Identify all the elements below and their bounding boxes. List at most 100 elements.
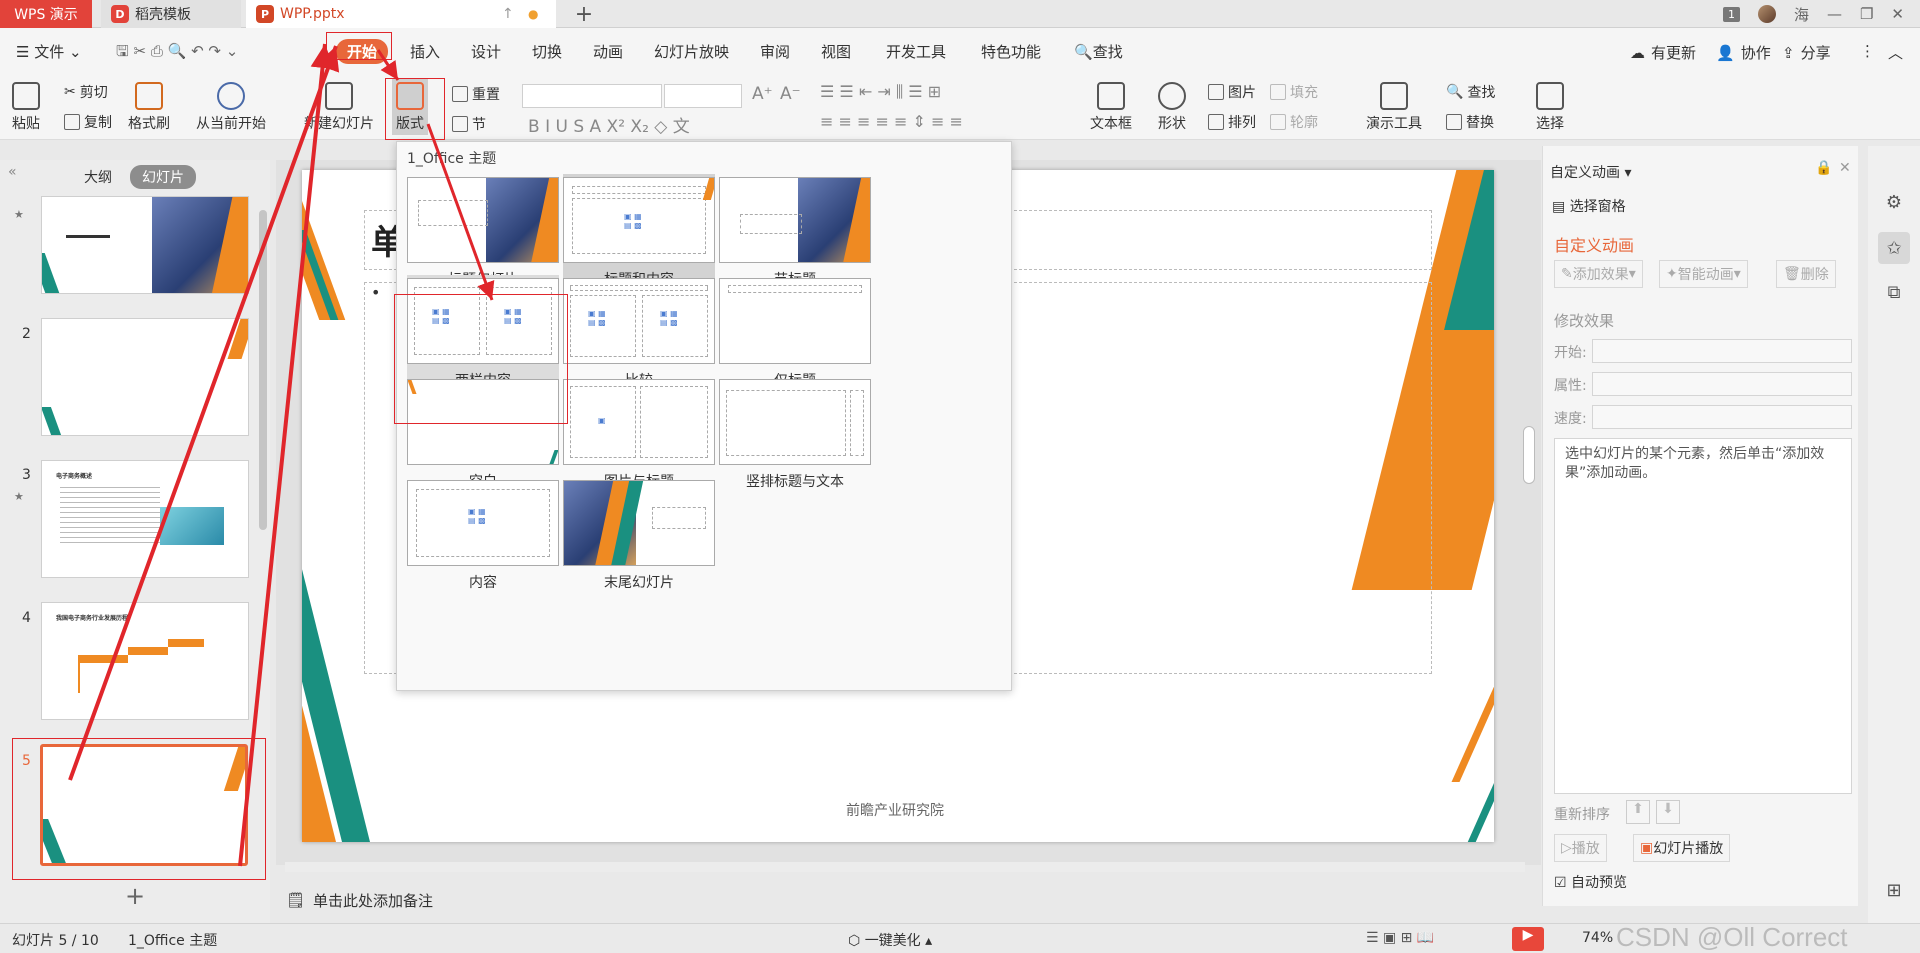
slide-thumbnail[interactable] <box>41 196 249 294</box>
speed-select[interactable] <box>1592 405 1852 429</box>
fill-button[interactable]: 填充 <box>1270 82 1318 102</box>
left-panel-scrollbar[interactable] <box>259 210 267 530</box>
picture-button[interactable]: 图片 <box>1208 82 1256 102</box>
close-panel-icon[interactable]: ✕ <box>1839 160 1851 176</box>
smart-animation-button[interactable]: ✦ 智能动画 ▾ <box>1659 260 1748 288</box>
font-shrink-icon[interactable]: A⁻ <box>780 84 801 104</box>
from-current-button[interactable]: 从当前开始 <box>196 82 266 133</box>
replace-button[interactable]: 替换 <box>1446 112 1494 132</box>
slide-thumbnail[interactable]: 电子商务概述 <box>41 460 249 578</box>
layout-title-only[interactable]: 仅标题 <box>719 275 871 391</box>
collab-button[interactable]: 👤 协作 <box>1716 42 1771 63</box>
arrange-button[interactable]: 排列 <box>1208 112 1256 132</box>
shape-button[interactable]: 形状 <box>1158 82 1186 133</box>
text-format-icons[interactable]: B I U S A X² X₂ ◇ 文 <box>528 112 690 137</box>
window-count-badge[interactable]: 1 <box>1722 6 1740 22</box>
move-down-icon[interactable]: ⬇ <box>1656 800 1680 824</box>
menu-tab-animation[interactable]: 动画 <box>593 41 623 62</box>
menu-tab-design[interactable]: 设计 <box>471 41 501 62</box>
menu-tab-features[interactable]: 特色功能 <box>981 41 1041 62</box>
select-button[interactable]: 选择 <box>1536 82 1564 133</box>
tab-slides[interactable]: 幻灯片 <box>130 165 196 189</box>
canvas-scrollbar[interactable] <box>1523 426 1535 484</box>
panel-title[interactable]: 自定义动画 ▾ <box>1550 162 1631 182</box>
menu-file[interactable]: ☰ 文件 ⌄ <box>16 41 82 62</box>
menu-tab-developer[interactable]: 开发工具 <box>886 41 946 62</box>
zoom-level[interactable]: 74% <box>1582 930 1613 946</box>
layout-comparison[interactable]: ▣ ▦▤ ▩ ▣ ▦▤ ▩ 比较 <box>563 275 715 391</box>
cut-button[interactable]: ✂ 剪切 <box>64 82 108 102</box>
upload-icon[interactable]: ↑ <box>502 6 514 22</box>
new-slide-button[interactable]: 新建幻灯片 <box>304 82 374 133</box>
section-button[interactable]: 节 <box>452 114 486 134</box>
slideshow-button[interactable]: ▣ 幻灯片播放 <box>1633 834 1731 862</box>
grid-icon[interactable]: ⊞ <box>1878 874 1910 906</box>
format-painter-button[interactable]: 格式刷 <box>128 82 170 133</box>
add-effect-button[interactable]: ✎ 添加效果 ▾ <box>1554 260 1643 288</box>
new-tab-button[interactable]: + <box>570 0 598 28</box>
layout-theme-title: 1_Office 主题 <box>407 151 497 167</box>
autopreview-checkbox[interactable]: ☑ 自动预览 <box>1554 872 1627 892</box>
present-tools-button[interactable]: 演示工具 <box>1366 82 1422 133</box>
find-button[interactable]: 🔍 查找 <box>1446 82 1495 102</box>
lock-icon[interactable]: 🔒 <box>1815 160 1832 176</box>
update-button[interactable]: ☁ 有更新 <box>1630 42 1696 63</box>
menu-tab-insert[interactable]: 插入 <box>410 41 440 62</box>
tab-document[interactable]: P WPP.pptx ↑ ● <box>246 0 556 28</box>
close-icon[interactable]: ✕ <box>1891 5 1904 23</box>
font-family-select[interactable] <box>522 84 662 108</box>
view-mode-icons[interactable]: ☰ ▣ ⊞ 📖 <box>1366 930 1434 946</box>
paste-button[interactable]: 粘贴 <box>12 82 40 133</box>
move-up-icon[interactable]: ⬆ <box>1626 800 1650 824</box>
beautify-button[interactable]: ⬡ 一键美化 ▴ <box>848 930 932 950</box>
collapse-ribbon-icon[interactable]: ︿ <box>1888 42 1903 63</box>
selection-pane-link[interactable]: ▤ 选择窗格 <box>1552 196 1626 216</box>
font-size-select[interactable] <box>664 84 742 108</box>
minimize-icon[interactable]: — <box>1827 5 1842 23</box>
restore-icon[interactable]: ❐ <box>1860 5 1873 23</box>
animation-star-icon[interactable]: ✩ <box>1878 232 1910 264</box>
settings-sliders-icon[interactable]: ⚙ <box>1878 186 1910 218</box>
outline-button[interactable]: 轮廓 <box>1270 112 1318 132</box>
canvas-hscrollbar[interactable] <box>285 862 1525 872</box>
slide-thumbnail[interactable] <box>41 318 249 436</box>
slide-deco <box>42 253 60 293</box>
menu-tab-slideshow[interactable]: 幻灯片放映 <box>654 41 729 62</box>
add-slide-icon[interactable]: + <box>125 882 145 910</box>
reset-button[interactable]: 重置 <box>452 84 500 104</box>
font-grow-icon[interactable]: A⁺ <box>752 84 773 104</box>
layout-title-slide[interactable]: 标题幻灯片 <box>407 174 559 290</box>
layout-picture-caption[interactable]: ▣ 图片与标题 <box>563 376 715 492</box>
play-slideshow-icon[interactable]: ▶ <box>1512 927 1544 951</box>
layout-content[interactable]: ▣ ▦ ▤ ▩ 内容 <box>407 477 559 593</box>
avatar[interactable] <box>1757 5 1776 23</box>
layout-end-slide[interactable]: 末尾幻灯片 <box>563 477 715 593</box>
menu-tab-review[interactable]: 审阅 <box>760 41 790 62</box>
delete-button[interactable]: 🗑 删除 <box>1776 260 1836 288</box>
layout-title-content[interactable]: ▣ ▦▤ ▩ 标题和内容 <box>563 174 715 290</box>
tab-outline[interactable]: 大纲 <box>72 165 124 189</box>
animation-list[interactable]: 选中幻灯片的某个元素，然后单击“添加效果”添加动画。 <box>1554 438 1852 794</box>
property-select[interactable] <box>1592 372 1852 396</box>
paragraph-align-icons[interactable]: ≡ ≡ ≡ ≡ ≡ ⇕ ≡ ≡ <box>820 112 963 131</box>
slide-thumbnail[interactable]: 我国电子商务行业发展历程 <box>41 602 249 720</box>
quick-access-toolbar[interactable]: 🖫 ✂ ⎙ 🔍 ↶ ↷ ⌄ <box>116 41 238 66</box>
menu-search[interactable]: 🔍查找 <box>1074 41 1123 62</box>
layout-vertical-title-text[interactable]: 竖排标题与文本 <box>719 376 871 492</box>
copy-button[interactable]: 复制 <box>64 112 112 132</box>
share-button[interactable]: ⇪ 分享 <box>1782 42 1831 63</box>
notes-bar[interactable]: 🗒 单击此处添加备注 <box>276 880 1541 920</box>
menu-tab-transition[interactable]: 切换 <box>532 41 562 62</box>
start-select[interactable] <box>1592 339 1852 363</box>
paragraph-list-icons[interactable]: ☰ ☰ ⇤ ⇥ ⫼ ☰ ⊞ <box>820 82 941 102</box>
textbox-button[interactable]: 文本框 <box>1090 82 1132 133</box>
tab-template[interactable]: D 稻壳模板 <box>101 0 241 28</box>
play-button[interactable]: ▷ 播放 <box>1554 834 1607 862</box>
layout-section-header[interactable]: 节标题 <box>719 174 871 290</box>
notes-placeholder[interactable]: 单击此处添加备注 <box>313 890 433 911</box>
user-name[interactable]: 海 <box>1794 4 1809 25</box>
more-icon[interactable]: ⋮ <box>1860 42 1875 60</box>
tab-wps[interactable]: WPS 演示 <box>0 0 92 28</box>
menu-tab-view[interactable]: 视图 <box>821 41 851 62</box>
transition-icon[interactable]: ⧉ <box>1878 276 1910 308</box>
